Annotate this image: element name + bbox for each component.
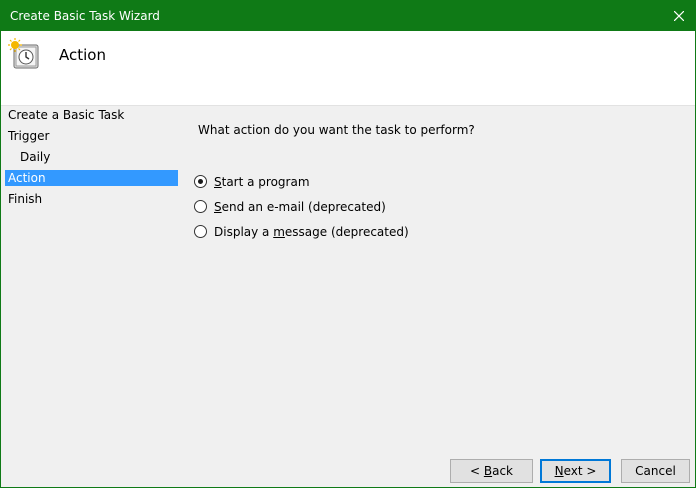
- mnemonic: S: [214, 175, 222, 189]
- step-finish[interactable]: Finish: [5, 191, 178, 207]
- step-create-basic-task[interactable]: Create a Basic Task: [5, 107, 178, 123]
- label-text: tart a program: [221, 175, 310, 189]
- close-button[interactable]: [663, 1, 695, 31]
- button-text: <: [469, 464, 484, 478]
- label-text: Display a: [214, 225, 274, 239]
- radio-button[interactable]: [194, 175, 207, 188]
- back-button[interactable]: < Back: [450, 459, 533, 483]
- window-title: Create Basic Task Wizard: [10, 9, 160, 23]
- mnemonic: N: [554, 464, 564, 478]
- radio-button[interactable]: [194, 200, 207, 213]
- radio-label: Start a program: [214, 174, 310, 190]
- radio-button[interactable]: [194, 225, 207, 238]
- cancel-button[interactable]: Cancel: [621, 459, 690, 483]
- header-divider: [1, 105, 695, 106]
- step-label: Create a Basic Task: [8, 108, 125, 122]
- action-question: What action do you want the task to perf…: [198, 123, 475, 137]
- step-label: Action: [8, 171, 46, 185]
- step-label: Daily: [20, 150, 51, 164]
- step-trigger[interactable]: Trigger: [5, 128, 178, 144]
- label-text: end an e-mail (deprecated): [221, 200, 386, 214]
- next-button[interactable]: Next >: [540, 459, 611, 483]
- radio-selected-dot: [198, 179, 203, 184]
- radio-label: Send an e-mail (deprecated): [214, 199, 386, 215]
- step-label: Trigger: [8, 129, 50, 143]
- close-icon: [674, 11, 684, 21]
- step-action[interactable]: Action: [5, 170, 178, 186]
- mnemonic: B: [483, 464, 493, 478]
- step-daily[interactable]: Daily: [5, 149, 178, 165]
- step-label: Finish: [8, 192, 43, 206]
- radio-label: Display a message (deprecated): [214, 224, 409, 240]
- scheduled-task-clock-icon: [8, 38, 39, 69]
- wizard-window: Create Basic Task Wizard Action Create a…: [0, 0, 696, 488]
- label-text: essage (deprecated): [284, 225, 409, 239]
- mnemonic: S: [214, 200, 222, 214]
- mnemonic: m: [273, 225, 285, 239]
- title-bar[interactable]: Create Basic Task Wizard: [1, 1, 695, 31]
- button-text: ack: [492, 464, 513, 478]
- wizard-header: Action: [1, 31, 695, 105]
- page-title: Action: [59, 46, 106, 64]
- button-text: ext >: [563, 464, 597, 478]
